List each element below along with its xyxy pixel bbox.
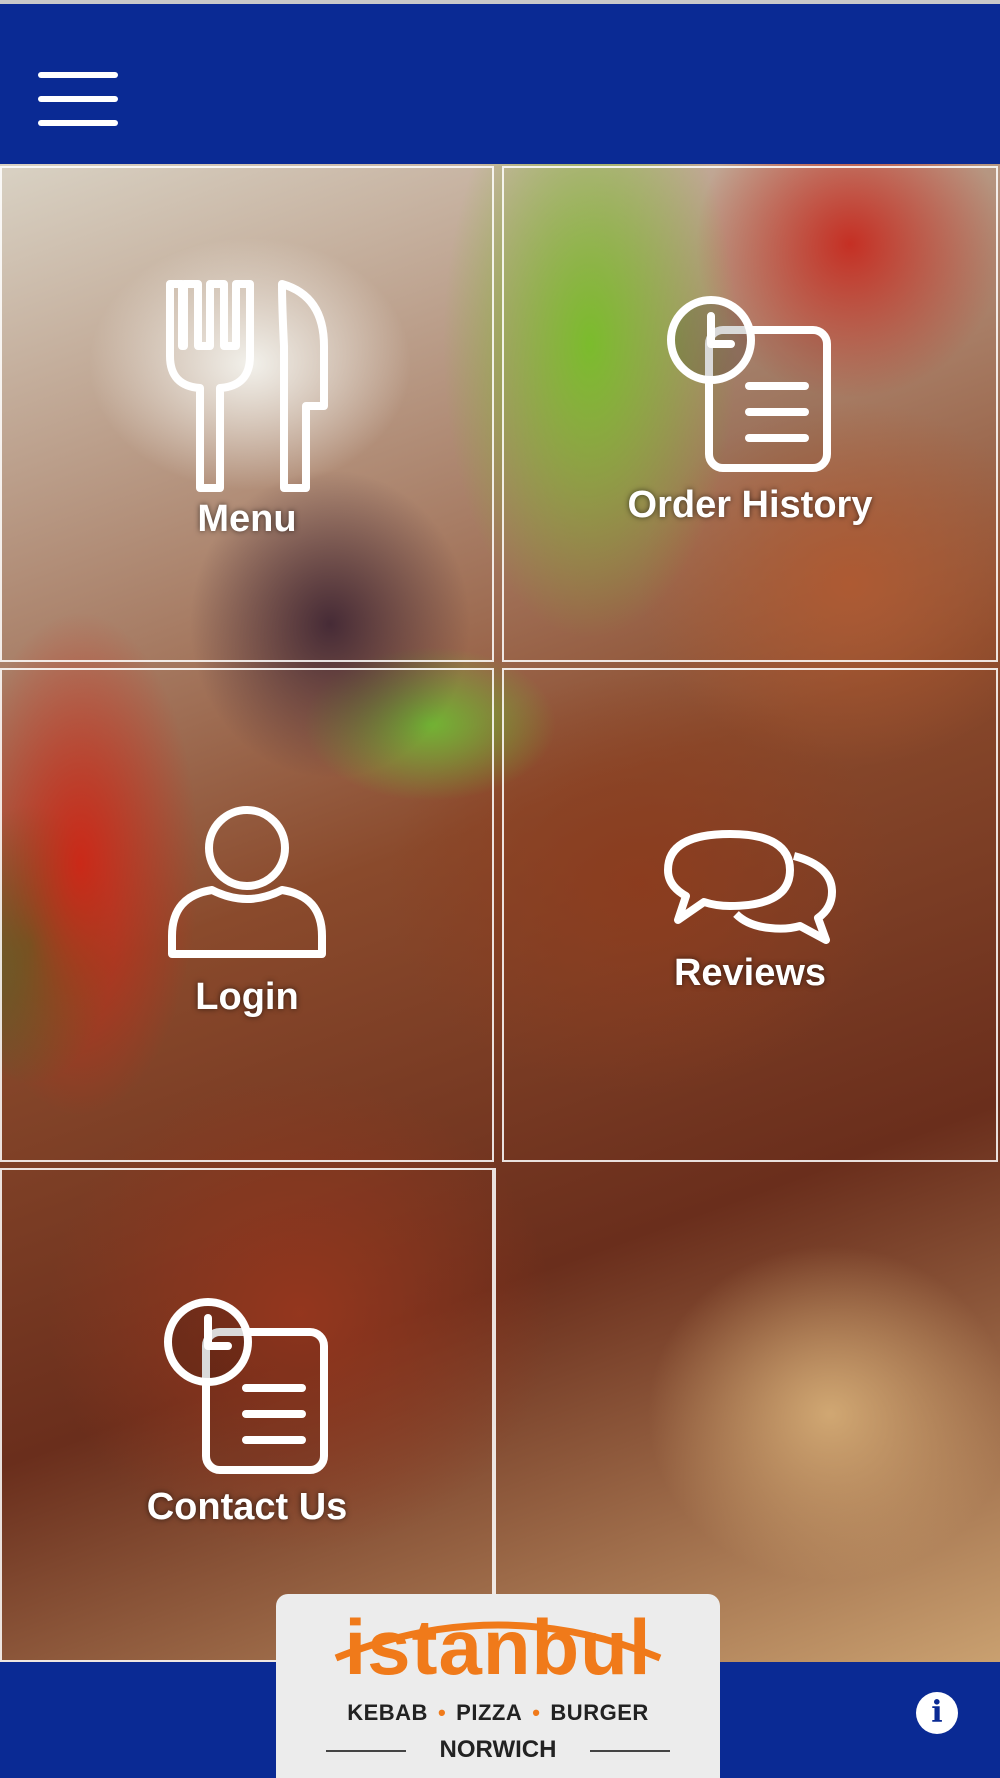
- info-icon-glyph: i: [931, 1695, 943, 1730]
- logo-tagline-pizza: PIZZA: [456, 1700, 523, 1725]
- logo-tagline: KEBAB • PIZZA • BURGER: [276, 1700, 720, 1726]
- contact-us-tile[interactable]: Contact Us: [0, 1168, 494, 1662]
- menu-tile[interactable]: Menu: [0, 166, 494, 662]
- menu-tile-label: Menu: [197, 498, 297, 540]
- logo-brand: istanbul: [344, 1603, 652, 1691]
- info-icon[interactable]: i: [916, 1692, 958, 1734]
- logo-tagline-kebab: KEBAB: [347, 1700, 428, 1725]
- order-history-tile-label: Order History: [627, 484, 873, 526]
- reviews-tile[interactable]: Reviews: [502, 668, 998, 1162]
- istanbul-logo[interactable]: istanbul KEBAB • PIZZA • BURGER NORWICH: [276, 1594, 720, 1778]
- clock-document-icon: [667, 296, 831, 472]
- tagline-dot: •: [532, 1700, 541, 1725]
- logo-city-rule-right: [590, 1750, 670, 1752]
- reviews-tile-label: Reviews: [673, 952, 827, 994]
- login-tile-label: Login: [195, 976, 299, 1018]
- clock-document-icon: [164, 1298, 328, 1474]
- top-app-bar: [0, 0, 1000, 164]
- fork-knife-icon: [166, 280, 328, 492]
- empty-tile: [494, 1168, 1000, 1662]
- user-icon: [168, 806, 326, 958]
- tagline-dot: •: [437, 1700, 447, 1725]
- contact-us-tile-label: Contact Us: [146, 1486, 348, 1528]
- hamburger-menu-icon[interactable]: [38, 72, 118, 126]
- order-history-tile[interactable]: Order History: [502, 166, 998, 662]
- chat-bubbles-icon: [664, 830, 836, 944]
- login-tile[interactable]: Login: [0, 668, 494, 1162]
- logo-tagline-burger: BURGER: [550, 1700, 649, 1725]
